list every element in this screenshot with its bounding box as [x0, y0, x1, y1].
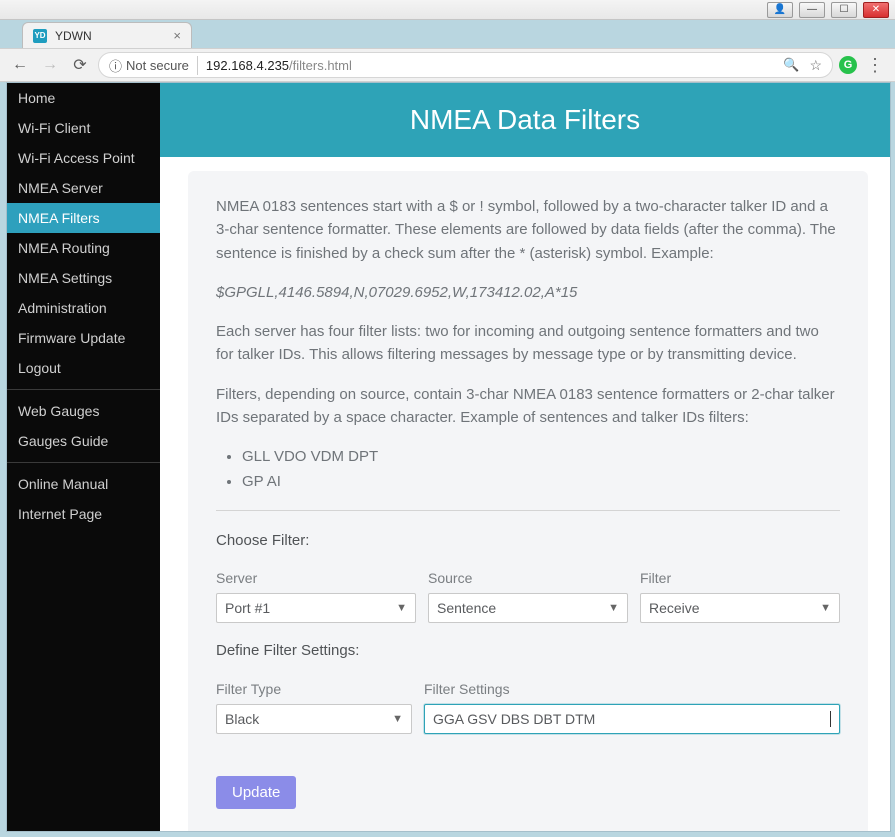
chevron-down-icon: ▼	[820, 600, 831, 617]
sidebar-item-gauges-guide[interactable]: Gauges Guide	[7, 426, 160, 456]
content: NMEA Data Filters NMEA 0183 sentences st…	[160, 83, 890, 831]
sidebar-item-wi-fi-client[interactable]: Wi-Fi Client	[7, 113, 160, 143]
chevron-down-icon: ▼	[608, 600, 619, 617]
source-select[interactable]: Sentence ▼	[428, 593, 628, 623]
source-label: Source	[428, 568, 628, 590]
sidebar-item-home[interactable]: Home	[7, 83, 160, 113]
forward-button: →	[38, 53, 62, 77]
filter-settings-label: Filter Settings	[424, 679, 840, 701]
server-label: Server	[216, 568, 416, 590]
back-button[interactable]: ←	[8, 53, 32, 77]
bookmark-star-icon[interactable]: ☆	[809, 57, 822, 74]
sidebar-item-nmea-routing[interactable]: NMEA Routing	[7, 233, 160, 263]
extension-icon[interactable]: G	[839, 56, 857, 74]
minimize-button[interactable]: —	[799, 2, 825, 18]
sidebar-divider	[7, 462, 160, 463]
choose-filter-label: Choose Filter:	[216, 529, 840, 552]
filter-type-select[interactable]: Black ▼	[216, 704, 412, 734]
maximize-button[interactable]: ☐	[831, 2, 857, 18]
search-in-page-icon[interactable]: 🔍	[783, 57, 799, 74]
server-select[interactable]: Port #1 ▼	[216, 593, 416, 623]
chevron-down-icon: ▼	[396, 600, 407, 617]
user-icon[interactable]: 👤	[767, 2, 793, 18]
intro-paragraph-2: Each server has four filter lists: two f…	[216, 320, 840, 367]
url-path: /filters.html	[289, 58, 352, 73]
define-settings-label: Define Filter Settings:	[216, 639, 840, 662]
sidebar-item-administration[interactable]: Administration	[7, 293, 160, 323]
sidebar-item-nmea-server[interactable]: NMEA Server	[7, 173, 160, 203]
filter-label: Filter	[640, 568, 840, 590]
filter-settings-value: GGA GSV DBS DBT DTM	[433, 709, 595, 731]
security-label: Not secure	[126, 58, 189, 73]
server-value: Port #1	[225, 598, 270, 620]
source-value: Sentence	[437, 598, 496, 620]
tab-title: YDWN	[55, 29, 92, 43]
sidebar-item-firmware-update[interactable]: Firmware Update	[7, 323, 160, 353]
choose-filter-row: Server Port #1 ▼ Source Sentence ▼ Filte…	[216, 568, 840, 624]
browser-menu-icon[interactable]: ⋮	[863, 55, 887, 76]
filters-card: NMEA 0183 sentences start with a $ or ! …	[188, 171, 868, 831]
sidebar-item-internet-page[interactable]: Internet Page	[7, 499, 160, 529]
nmea-example: $GPGLL,4146.5894,N,07029.6952,W,173412.0…	[216, 281, 840, 304]
sidebar-item-web-gauges[interactable]: Web Gauges	[7, 396, 160, 426]
reload-button[interactable]: ⟳	[68, 53, 92, 77]
favicon-icon: YD	[33, 29, 47, 43]
tab-close-icon[interactable]: ×	[173, 28, 181, 43]
browser-tab[interactable]: YD YDWN ×	[22, 22, 192, 48]
example-item: GP AI	[242, 470, 840, 493]
filter-value: Receive	[649, 598, 700, 620]
browser-toolbar: ← → ⟳ ⓘ Not secure 192.168.4.235/filters…	[0, 48, 895, 82]
sidebar-item-logout[interactable]: Logout	[7, 353, 160, 383]
address-bar[interactable]: ⓘ Not secure 192.168.4.235/filters.html …	[98, 52, 833, 78]
chevron-down-icon: ▼	[392, 711, 403, 728]
examples-list: GLL VDO VDM DPTGP AI	[242, 445, 840, 494]
info-icon: ⓘ	[109, 56, 122, 75]
close-button[interactable]: ✕	[863, 2, 889, 18]
security-status: ⓘ Not secure	[109, 56, 198, 75]
sidebar-item-online-manual[interactable]: Online Manual	[7, 469, 160, 499]
filter-settings-input[interactable]: GGA GSV DBS DBT DTM	[424, 704, 840, 734]
sidebar-item-nmea-filters[interactable]: NMEA Filters	[7, 203, 160, 233]
page-title: NMEA Data Filters	[160, 83, 890, 157]
sidebar-item-nmea-settings[interactable]: NMEA Settings	[7, 263, 160, 293]
filter-type-value: Black	[225, 709, 259, 731]
url-host: 192.168.4.235	[206, 58, 289, 73]
filter-type-label: Filter Type	[216, 679, 412, 701]
sidebar: HomeWi-Fi ClientWi-Fi Access PointNMEA S…	[7, 83, 160, 831]
sidebar-divider	[7, 389, 160, 390]
sidebar-item-wi-fi-access-point[interactable]: Wi-Fi Access Point	[7, 143, 160, 173]
divider	[216, 510, 840, 511]
intro-paragraph-1: NMEA 0183 sentences start with a $ or ! …	[216, 195, 840, 265]
window-titlebar: 👤 — ☐ ✕	[0, 0, 895, 20]
define-settings-row: Filter Type Black ▼ Filter Settings GGA …	[216, 679, 840, 735]
intro-paragraph-3: Filters, depending on source, contain 3-…	[216, 383, 840, 430]
filter-select[interactable]: Receive ▼	[640, 593, 840, 623]
browser-tabstrip: YD YDWN ×	[0, 20, 895, 48]
update-button[interactable]: Update	[216, 776, 296, 809]
page-viewport: HomeWi-Fi ClientWi-Fi Access PointNMEA S…	[6, 82, 891, 832]
example-item: GLL VDO VDM DPT	[242, 445, 840, 468]
